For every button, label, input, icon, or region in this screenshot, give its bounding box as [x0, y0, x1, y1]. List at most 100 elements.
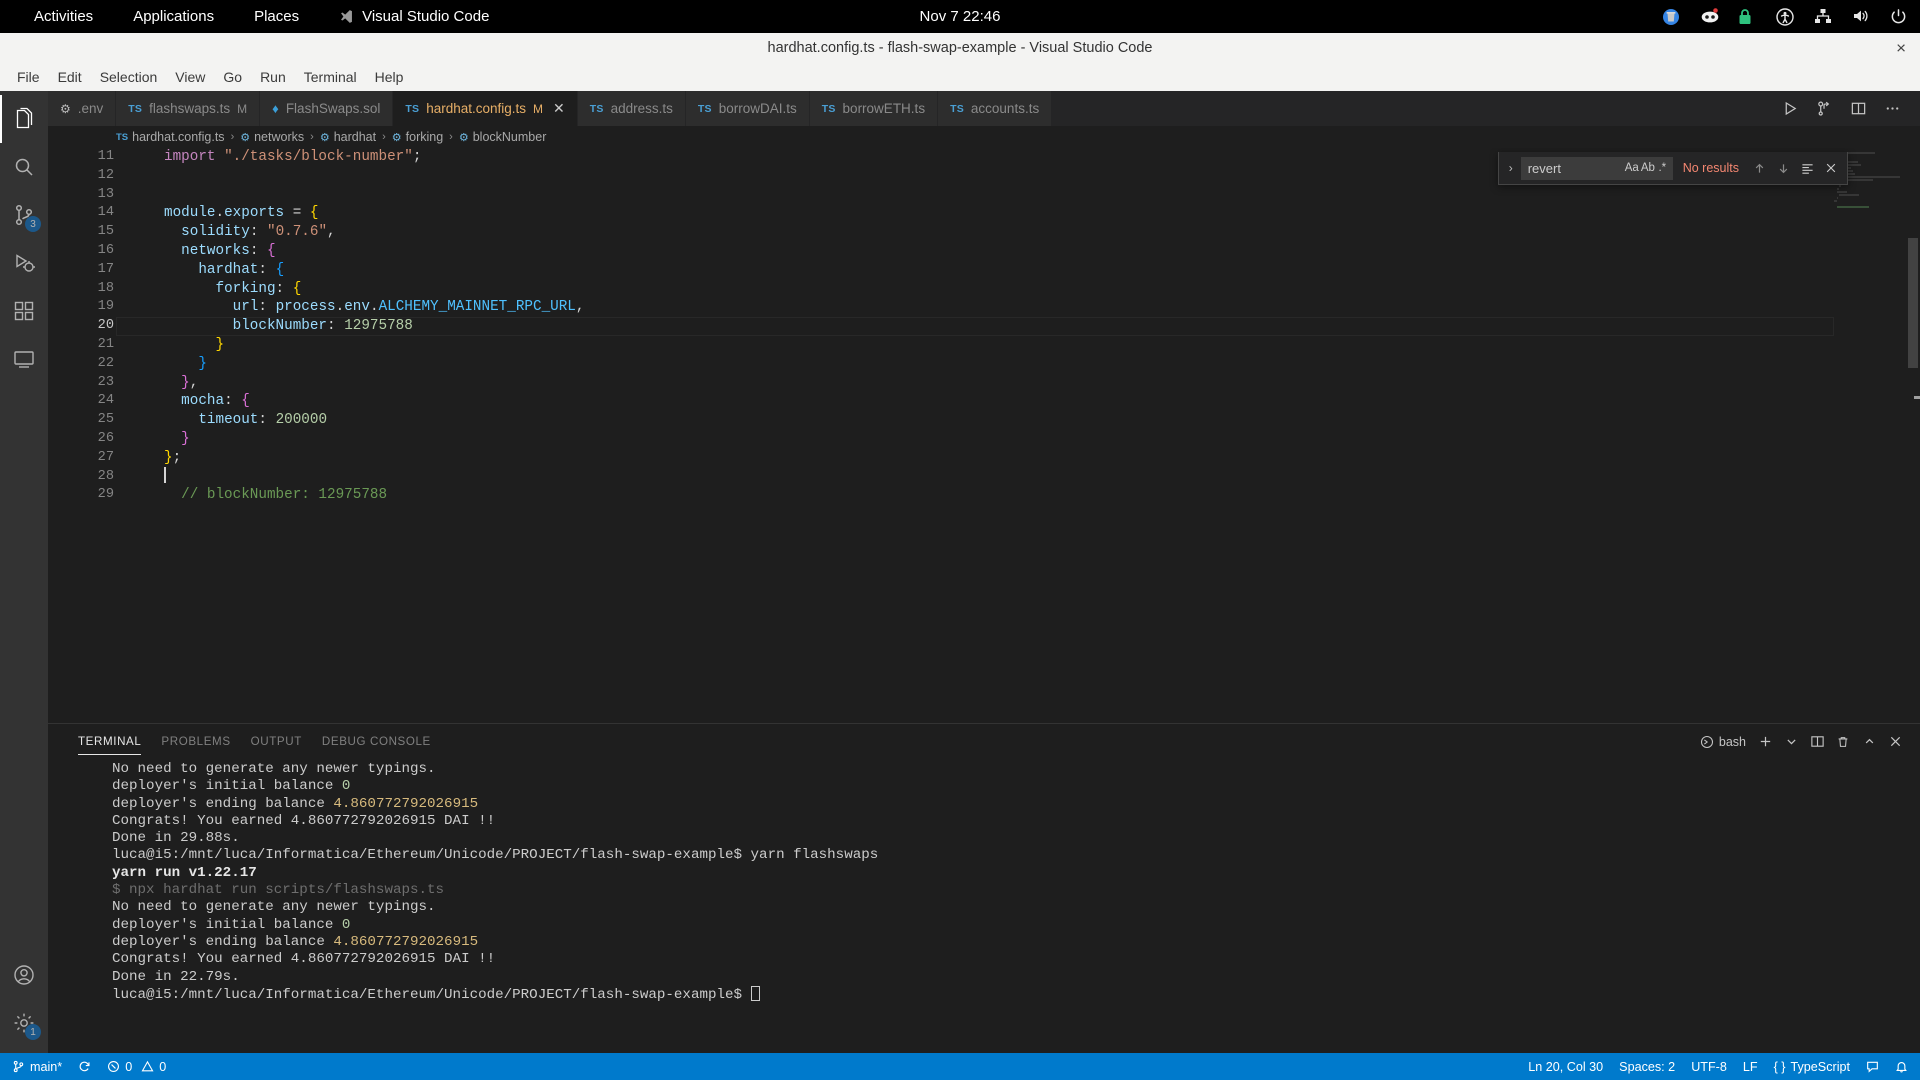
status-encoding[interactable]: UTF-8 [1683, 1053, 1735, 1080]
applications-menu[interactable]: Applications [113, 0, 234, 33]
breadcrumb-item-blocknumber[interactable]: ⚙ blockNumber [459, 130, 547, 144]
code-token: process [275, 299, 336, 316]
sidebar-item-search[interactable] [0, 143, 48, 191]
manage-settings-button[interactable]: 1 [0, 999, 48, 1047]
places-menu[interactable]: Places [234, 0, 319, 33]
maximize-panel-icon[interactable] [1858, 729, 1880, 755]
updates-icon[interactable] [1662, 8, 1680, 26]
tab-problems[interactable]: PROBLEMS [151, 724, 240, 759]
status-branch[interactable]: main* [4, 1053, 70, 1080]
status-feedback[interactable] [1858, 1053, 1887, 1080]
sidebar-item-remote-explorer[interactable] [0, 335, 48, 383]
close-panel-icon[interactable] [1884, 729, 1906, 755]
status-sync[interactable] [70, 1053, 99, 1080]
close-icon[interactable] [1821, 158, 1841, 178]
sidebar-item-run-and-debug[interactable] [0, 239, 48, 287]
code-token: } [198, 355, 207, 372]
terminal-text: No need to generate any newer typings. [112, 899, 436, 916]
code-text [140, 467, 1920, 487]
tab-hardhat-config-ts[interactable]: TS hardhat.config.ts M ✕ [393, 91, 578, 126]
menu-file[interactable]: File [8, 67, 49, 87]
code-text: mocha: { [140, 392, 1920, 411]
terminal-output[interactable]: No need to generate any newer typings. de… [48, 759, 1920, 1053]
terminal-dropdown-icon[interactable] [1780, 729, 1802, 755]
regex-icon[interactable]: .* [1657, 159, 1668, 178]
tab-flashswaps-sol[interactable]: ♦ FlashSwaps.sol [260, 91, 394, 126]
next-match-icon[interactable] [1773, 158, 1793, 178]
menu-selection[interactable]: Selection [91, 67, 167, 87]
editor-actions [1776, 91, 1920, 126]
menu-edit[interactable]: Edit [49, 67, 91, 87]
new-terminal-icon[interactable] [1754, 729, 1776, 755]
screen: Activities Applications Places Visual St… [0, 0, 1920, 1080]
sidebar-item-explorer[interactable] [0, 95, 48, 143]
find-input[interactable] [1527, 160, 1623, 176]
code-token: , [575, 299, 585, 316]
breadcrumb-item-hardhat[interactable]: ⚙ hardhat [320, 130, 376, 144]
line-number: 27 [97, 449, 114, 465]
active-app-menu[interactable]: Visual Studio Code [319, 0, 509, 33]
editor-scrollbar[interactable] [1906, 148, 1920, 723]
toggle-replace-icon[interactable]: › [1501, 152, 1521, 185]
previous-match-icon[interactable] [1749, 158, 1769, 178]
tab-debug-console[interactable]: DEBUG CONSOLE [312, 724, 441, 759]
menu-help[interactable]: Help [366, 67, 413, 87]
window-close-button[interactable]: × [1896, 40, 1906, 57]
menu-terminal[interactable]: Terminal [295, 67, 366, 87]
kill-terminal-icon[interactable] [1832, 729, 1854, 755]
accounts-button[interactable] [0, 951, 48, 999]
line-number: 15 [97, 224, 114, 240]
minimap[interactable] [1834, 152, 1906, 723]
status-notifications[interactable] [1887, 1053, 1916, 1080]
volume-icon[interactable] [1852, 8, 1870, 26]
terminal-text: Done in 29.88s. [112, 830, 240, 847]
sidebar-item-source-control[interactable]: 3 [0, 191, 48, 239]
menu-go[interactable]: Go [214, 67, 251, 87]
tab-borrowdai-ts[interactable]: TS borrowDAI.ts [685, 91, 810, 126]
breadcrumb-item-file[interactable]: TS hardhat.config.ts [116, 130, 225, 144]
code-line: 14 module.exports = { [48, 204, 1920, 223]
match-case-icon[interactable]: Aa [1625, 159, 1639, 178]
code-text: }; [140, 449, 1920, 468]
split-terminal-icon[interactable] [1806, 729, 1828, 755]
whole-word-icon[interactable]: Ab [1641, 159, 1655, 178]
sidebar-item-extensions[interactable] [0, 287, 48, 335]
tab-borroweth-ts[interactable]: TS borrowETH.ts [809, 91, 939, 126]
tab-accounts-ts[interactable]: TS accounts.ts [938, 91, 1053, 126]
lock-icon[interactable] [1738, 8, 1756, 26]
menu-run[interactable]: Run [251, 67, 295, 87]
tab-terminal[interactable]: TERMINAL [68, 724, 151, 759]
code-editor[interactable]: 11 import "./tasks/block-number"; 12 13 14 mo… [48, 148, 1920, 723]
close-icon[interactable]: ✕ [553, 100, 565, 117]
status-cursor-position[interactable]: Ln 20, Col 30 [1520, 1053, 1611, 1080]
status-language-mode[interactable]: { } TypeScript [1766, 1053, 1858, 1080]
breadcrumb-item-networks[interactable]: ⚙ networks [240, 130, 304, 144]
find-input-wrapper[interactable]: Aa Ab .* [1520, 156, 1673, 180]
network-icon[interactable] [1814, 8, 1832, 26]
power-icon[interactable] [1890, 8, 1908, 26]
run-and-debug-fork-icon[interactable] [1810, 95, 1838, 123]
run-icon[interactable] [1776, 95, 1804, 123]
terminal-selector[interactable]: bash [1696, 729, 1750, 755]
breadcrumb-item-forking[interactable]: ⚙ forking [392, 130, 443, 144]
find-in-selection-icon[interactable] [1797, 158, 1817, 178]
tab-address-ts[interactable]: TS address.ts [577, 91, 686, 126]
status-indentation[interactable]: Spaces: 2 [1611, 1053, 1683, 1080]
menu-view[interactable]: View [166, 67, 214, 87]
activities-button[interactable]: Activities [14, 0, 113, 33]
tab-env[interactable]: ⚙ .env [48, 91, 117, 126]
terminal-line: deployer's initial balance 0 [112, 917, 1920, 934]
more-actions-icon[interactable] [1878, 95, 1906, 123]
discord-icon[interactable] [1700, 7, 1719, 26]
accessibility-icon[interactable] [1776, 7, 1794, 26]
tab-flashswaps-ts[interactable]: TS flashswaps.ts M [116, 91, 261, 126]
tab-output[interactable]: OUTPUT [241, 724, 312, 759]
status-eol[interactable]: LF [1735, 1053, 1766, 1080]
scrollbar-thumb[interactable] [1908, 238, 1918, 368]
clock[interactable]: Nov 7 22:46 [920, 8, 1001, 25]
split-editor-icon[interactable] [1844, 95, 1872, 123]
status-problems[interactable]: 0 0 [99, 1053, 174, 1080]
